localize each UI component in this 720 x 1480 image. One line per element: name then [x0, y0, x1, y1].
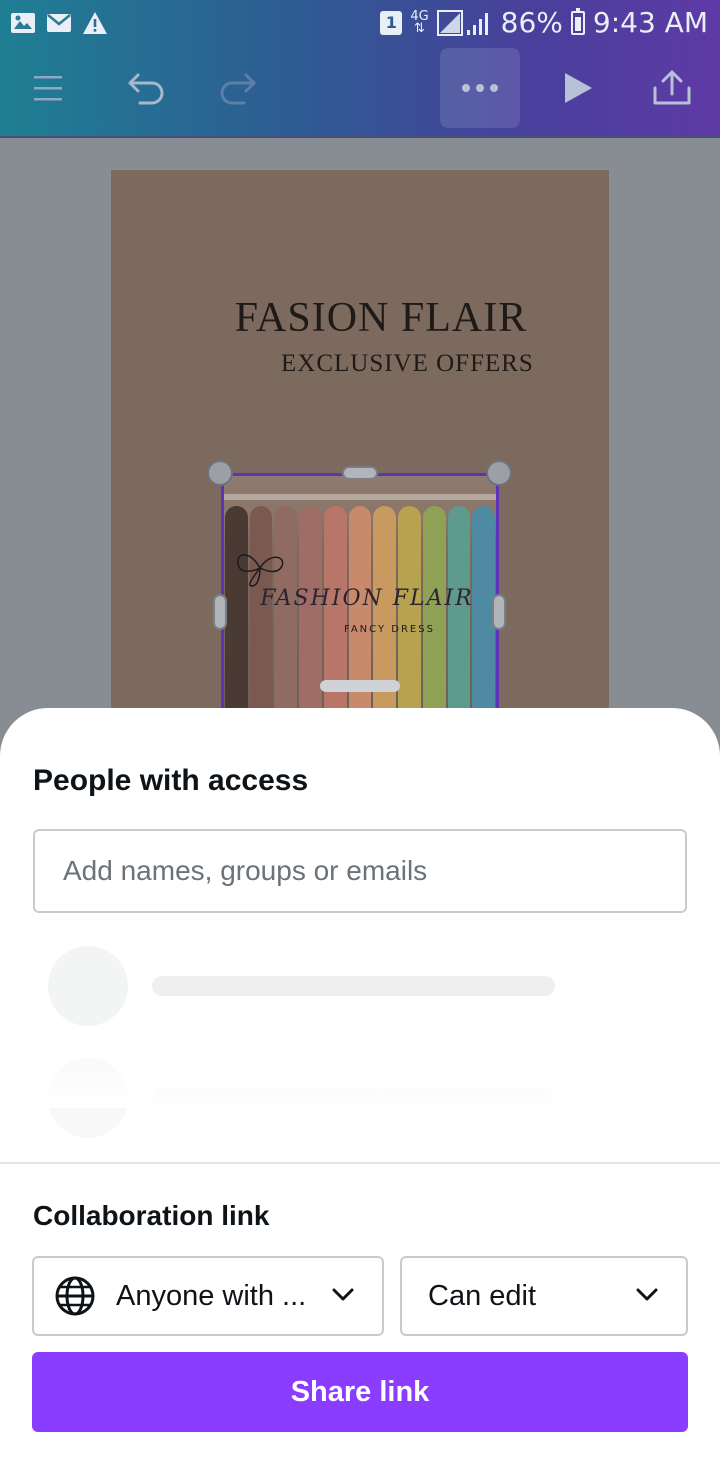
resize-handle-right[interactable] — [492, 594, 506, 630]
loading-name-placeholder — [152, 976, 555, 996]
collaboration-link-heading: Collaboration link — [33, 1200, 270, 1231]
butterfly-logo-icon — [237, 554, 284, 587]
chevron-down-icon — [332, 1288, 354, 1301]
selected-image-element[interactable]: FASHION FLAIR FANCY DRESS — [221, 473, 499, 713]
warning-notification-icon — [83, 12, 107, 34]
clock: 9:43 AM — [592, 6, 708, 39]
add-people-input[interactable] — [33, 829, 687, 913]
status-bar: 1 4G ⇅ 86% 9:43 AM — [0, 0, 720, 48]
list-fade — [0, 1048, 720, 1108]
section-divider — [0, 1162, 720, 1164]
more-options-button[interactable] — [440, 48, 520, 128]
signal-icon — [436, 9, 488, 36]
battery-percent: 86% — [500, 6, 563, 39]
gallery-notification-icon — [11, 13, 35, 33]
photo-logo-text: FASHION FLAIR — [260, 586, 474, 611]
loading-avatar-placeholder — [48, 946, 128, 1026]
share-upload-icon — [653, 70, 691, 105]
battery-icon — [570, 7, 585, 35]
share-link-button[interactable]: Share link — [32, 1352, 688, 1432]
clothing-rail — [224, 494, 496, 500]
globe-icon — [55, 1276, 95, 1316]
resize-handle-bottom[interactable] — [320, 680, 400, 692]
editor-toolbar — [0, 48, 720, 136]
design-subtitle-text[interactable]: EXCLUSIVE OFFERS — [281, 350, 533, 378]
more-icon — [462, 84, 498, 92]
redo-button[interactable] — [198, 48, 278, 128]
link-access-dropdown[interactable]: Anyone with ... — [32, 1256, 384, 1336]
app-header: 1 4G ⇅ 86% 9:43 AM — [0, 0, 720, 138]
mail-notification-icon — [47, 14, 71, 32]
present-button[interactable] — [538, 48, 618, 128]
resize-handle-top-right[interactable] — [486, 460, 512, 486]
play-icon — [565, 73, 592, 103]
link-permission-dropdown[interactable]: Can edit — [400, 1256, 688, 1336]
photo-tagline-text: FANCY DRESS — [344, 624, 435, 635]
link-access-value: Anyone with ... — [116, 1279, 307, 1312]
redo-icon — [220, 73, 256, 105]
network-type: 4G ⇅ — [410, 8, 429, 36]
link-permission-value: Can edit — [428, 1279, 537, 1312]
undo-button[interactable] — [106, 48, 186, 128]
resize-handle-top[interactable] — [342, 466, 378, 480]
sim-icon: 1 — [380, 10, 403, 35]
undo-icon — [128, 73, 164, 105]
share-bottom-sheet: People with access Collaboration link An… — [0, 708, 720, 1480]
resize-handle-left[interactable] — [213, 594, 227, 630]
people-with-access-heading: People with access — [33, 764, 309, 797]
chevron-down-icon — [636, 1288, 658, 1301]
menu-icon — [34, 76, 62, 101]
menu-button[interactable] — [8, 48, 88, 128]
design-title-text[interactable]: FASION FLAIR — [231, 294, 531, 342]
resize-handle-top-left[interactable] — [207, 460, 233, 486]
share-button[interactable] — [632, 48, 712, 128]
